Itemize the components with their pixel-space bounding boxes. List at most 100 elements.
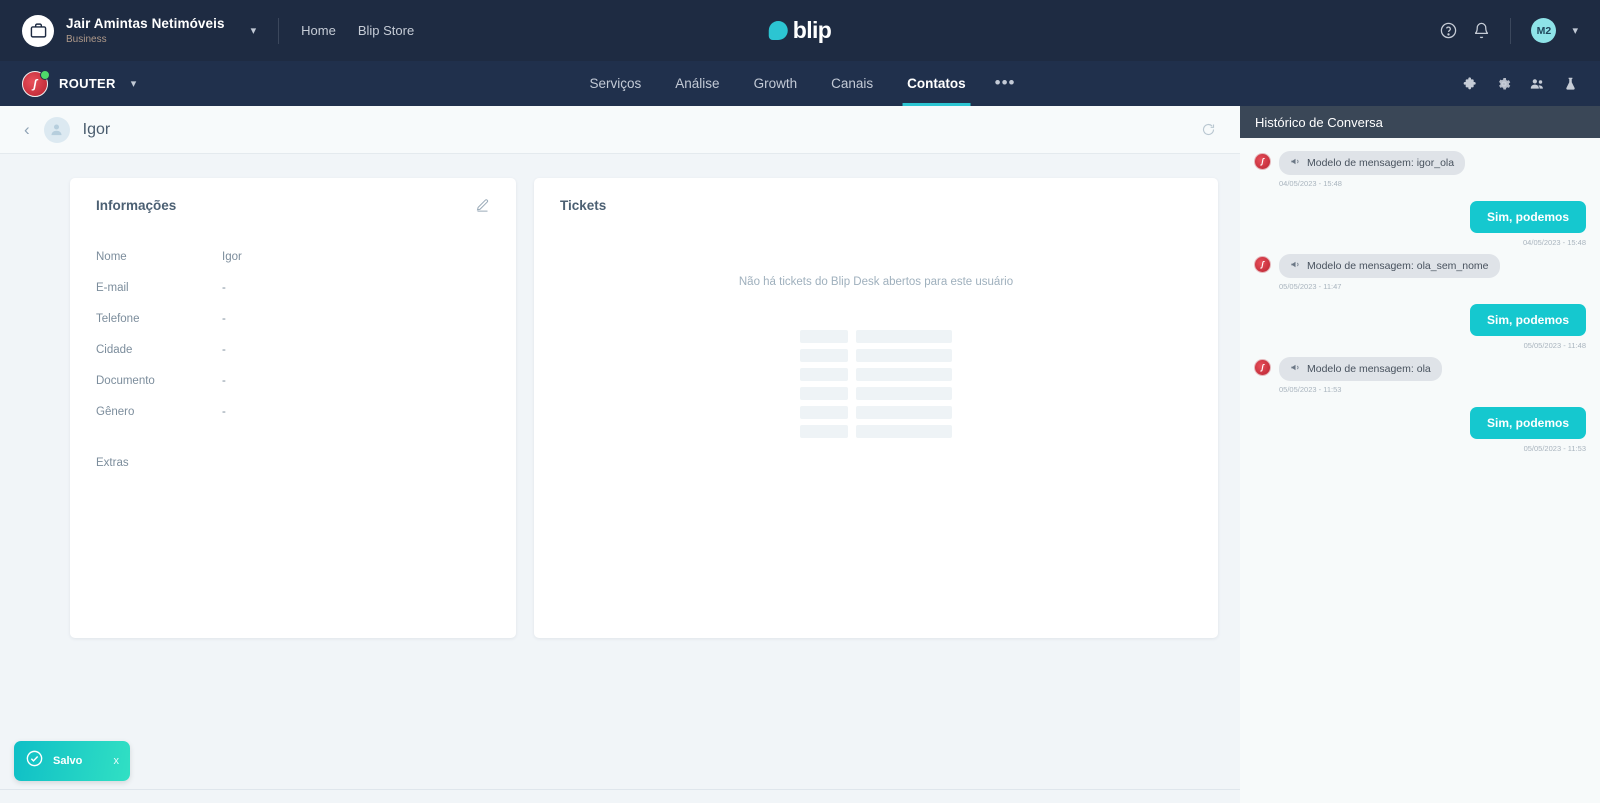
chat-bubble-outgoing[interactable]: Sim, podemos <box>1469 201 1586 233</box>
chat-message-group: ʃ Modelo de mensagem: igor_ola 04/05/202… <box>1254 151 1586 188</box>
saved-toast: Salvo x <box>14 741 130 781</box>
nav-bar: ʃ ROUTER ▾ Serviços Análise Growth Canai… <box>0 61 1600 106</box>
bot-avatar: ʃ <box>1254 359 1271 376</box>
top-bar: Jair Amintas Netimóveis Business ▾ Home … <box>0 0 1600 61</box>
chat-text: Modelo de mensagem: ola <box>1307 363 1431 375</box>
tab-contatos[interactable]: Contatos <box>890 61 983 106</box>
bot-avatar: ʃ <box>1254 153 1271 170</box>
chat-bubble-outgoing[interactable]: Sim, podemos <box>1469 304 1586 336</box>
chat-history-panel: Histórico de Conversa ʃ Modelo de mensag… <box>1240 106 1600 803</box>
field-label: Gênero <box>96 405 135 418</box>
close-icon[interactable]: x <box>114 755 120 767</box>
field-row-email: E-mail - <box>96 272 490 303</box>
chat-bubble-outgoing[interactable]: Sim, podemos <box>1469 407 1586 439</box>
blip-logo[interactable]: blip <box>768 17 832 44</box>
chat-message-group: ʃ Modelo de mensagem: ola 05/05/2023 - 1… <box>1254 357 1586 394</box>
field-value: - <box>222 312 226 325</box>
chevron-down-icon[interactable]: ▾ <box>1572 24 1578 37</box>
blip-wordmark: blip <box>792 17 832 43</box>
skeleton-row <box>800 368 952 381</box>
field-row-telefone: Telefone - <box>96 303 490 334</box>
chat-bubble-incoming[interactable]: Modelo de mensagem: igor_ola <box>1279 151 1466 175</box>
bell-icon[interactable] <box>1473 22 1490 39</box>
field-value: - <box>222 405 226 418</box>
tab-servicos[interactable]: Serviços <box>573 61 659 106</box>
cards-area: Informações Nome Igor E-mail - Telefone … <box>0 154 1240 789</box>
chat-message-outgoing: Sim, podemos <box>1254 407 1586 439</box>
organization-name: Jair Amintas Netimóveis <box>66 15 225 31</box>
chat-bubble-incoming[interactable]: Modelo de mensagem: ola <box>1279 357 1442 381</box>
body-region: ‹ Igor Informações Nome Igor E-mail - Te… <box>0 106 1600 803</box>
field-row-genero: Gênero - <box>96 396 490 427</box>
field-row-cidade: Cidade - <box>96 334 490 365</box>
back-button[interactable]: ‹ <box>24 120 44 140</box>
nav-overflow-button[interactable]: ••• <box>983 74 1028 91</box>
divider <box>278 17 280 44</box>
main-content: ‹ Igor Informações Nome Igor E-mail - Te… <box>0 106 1240 803</box>
chevron-down-icon: ▾ <box>130 78 137 90</box>
chat-timestamp: 05/05/2023 - 11:53 <box>1279 385 1342 394</box>
page-title: Igor <box>82 120 111 138</box>
chat-message-outgoing: Sim, podemos <box>1254 201 1586 233</box>
field-label: E-mail <box>96 281 129 294</box>
blip-store-link[interactable]: Blip Store <box>358 23 414 38</box>
footer-bar <box>0 789 1240 803</box>
chat-timestamp: 05/05/2023 - 11:47 <box>1279 282 1342 291</box>
chat-message-incoming: ʃ Modelo de mensagem: ola_sem_nome <box>1254 254 1586 278</box>
megaphone-icon <box>1290 362 1301 376</box>
field-value: - <box>222 281 226 294</box>
bot-selector[interactable]: ʃ ROUTER ▾ <box>22 69 137 97</box>
field-value: Igor <box>222 250 242 263</box>
informacoes-card: Informações Nome Igor E-mail - Telefone … <box>70 178 516 638</box>
gear-icon[interactable] <box>1496 76 1512 92</box>
chat-message-group: Sim, podemos 05/05/2023 - 11:48 <box>1254 304 1586 350</box>
toast-label: Salvo <box>53 755 83 767</box>
contact-avatar-icon <box>43 116 70 143</box>
field-row-nome: Nome Igor <box>96 241 490 272</box>
nav-tabs: Serviços Análise Growth Canais Contatos … <box>573 61 1028 106</box>
flask-icon[interactable] <box>1563 76 1578 92</box>
people-icon[interactable] <box>1529 76 1546 92</box>
chat-bubble-incoming[interactable]: Modelo de mensagem: ola_sem_nome <box>1279 254 1500 278</box>
chat-message-incoming: ʃ Modelo de mensagem: igor_ola <box>1254 151 1586 175</box>
puzzle-icon[interactable] <box>1463 76 1479 92</box>
field-row-documento: Documento - <box>96 365 490 396</box>
tab-analise[interactable]: Análise <box>658 61 736 106</box>
tickets-empty-message: Não há tickets do Blip Desk abertos para… <box>738 276 1014 288</box>
chat-message-outgoing: Sim, podemos <box>1254 304 1586 336</box>
chat-message-incoming: ʃ Modelo de mensagem: ola <box>1254 357 1586 381</box>
chat-timestamp: 05/05/2023 - 11:53 <box>1523 444 1586 453</box>
help-circle-icon[interactable] <box>1440 22 1457 39</box>
tab-canais[interactable]: Canais <box>814 61 890 106</box>
megaphone-icon <box>1290 156 1301 170</box>
check-circle-icon <box>25 749 44 773</box>
chat-timestamp: 05/05/2023 - 11:48 <box>1523 341 1586 350</box>
chat-message-group: Sim, podemos 05/05/2023 - 11:53 <box>1254 407 1586 453</box>
briefcase-icon <box>22 14 54 47</box>
chat-timestamp: 04/05/2023 - 15:48 <box>1279 179 1342 188</box>
contact-fields: Nome Igor E-mail - Telefone - Cidade - D… <box>96 241 490 427</box>
skeleton-row <box>800 349 952 362</box>
field-label: Documento <box>96 374 155 387</box>
chat-text: Modelo de mensagem: igor_ola <box>1307 157 1455 169</box>
tickets-card: Tickets Não há tickets do Blip Desk aber… <box>534 178 1218 638</box>
tickets-skeleton <box>800 330 952 438</box>
home-link[interactable]: Home <box>301 23 336 38</box>
field-value: - <box>222 343 226 356</box>
refresh-icon[interactable] <box>1201 122 1216 137</box>
chat-timestamp: 04/05/2023 - 15:48 <box>1523 238 1586 247</box>
organization-selector[interactable]: Jair Amintas Netimóveis Business ▾ <box>22 14 256 47</box>
megaphone-icon <box>1290 259 1301 273</box>
contact-header: ‹ Igor <box>0 106 1240 154</box>
user-avatar[interactable]: M2 <box>1531 18 1557 43</box>
bot-avatar-mark: ʃ <box>33 76 37 91</box>
field-value: - <box>222 374 226 387</box>
pencil-icon[interactable] <box>475 198 490 218</box>
chat-message-list: ʃ Modelo de mensagem: igor_ola 04/05/202… <box>1240 138 1600 803</box>
nav-bar-actions <box>1463 76 1578 92</box>
tab-growth[interactable]: Growth <box>737 61 815 106</box>
tickets-card-title: Tickets <box>560 198 607 213</box>
skeleton-row <box>800 330 952 343</box>
bot-avatar: ʃ <box>1254 256 1271 273</box>
blip-bubble-icon <box>768 21 788 40</box>
